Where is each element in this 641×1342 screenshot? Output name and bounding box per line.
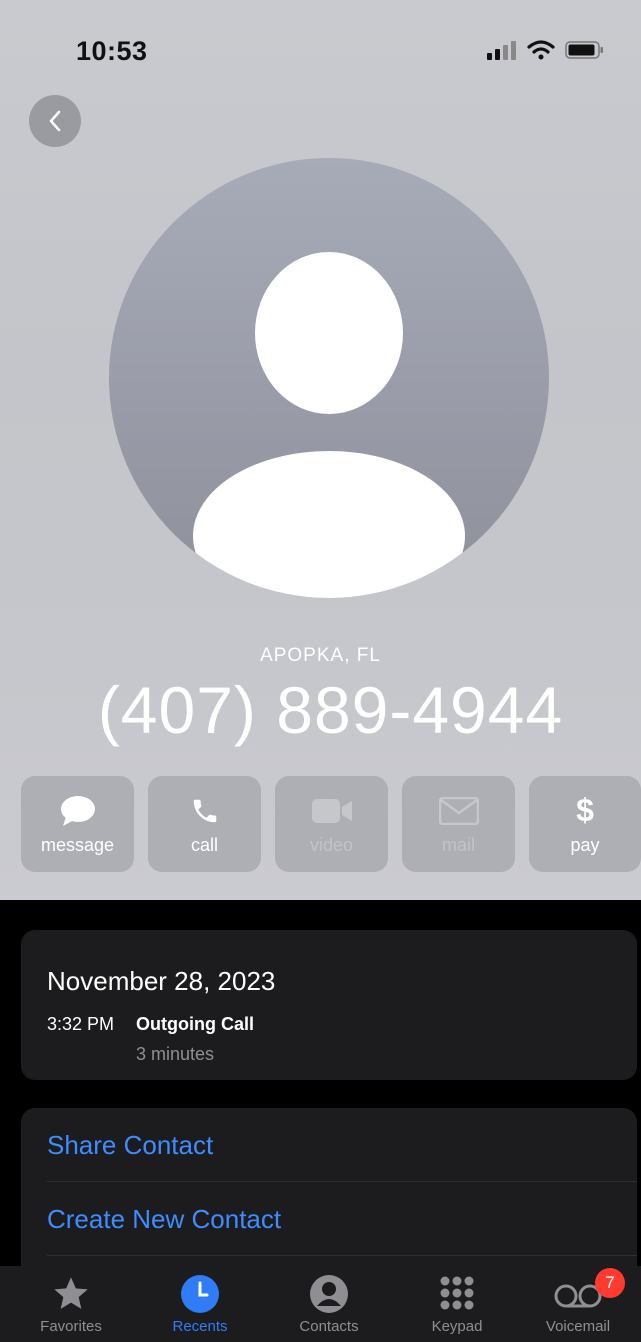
message-label: message [40,834,115,855]
tab-contacts[interactable]: Contacts [266,1274,392,1335]
chevron-left-icon [49,110,61,132]
call-button[interactable]: call [148,776,261,872]
contact-phone-number[interactable]: (407) 889-4944 [0,672,641,748]
star-icon [54,1277,88,1309]
call-date: November 28, 2023 [47,966,276,996]
avatar-head [255,252,403,414]
back-button[interactable] [29,95,81,147]
keypad-icon [440,1276,474,1310]
tab-contacts-label: Contacts [299,1318,359,1335]
person-circle-icon [310,1275,348,1313]
call-time: 3:32 PM [47,1014,115,1034]
tab-bar: Favorites Recents Contacts Keypad 7 Voic… [0,1266,641,1342]
contact-location: APOPKA, FL [260,645,381,666]
video-button[interactable]: video [275,776,388,872]
tab-recents[interactable]: Recents [137,1274,263,1335]
call-history-card: November 28, 2023 3:32 PM Outgoing Call … [21,930,637,1080]
tab-keypad-label: Keypad [431,1318,483,1335]
status-time: 10:53 [76,36,148,66]
mail-button[interactable]: mail [402,776,515,872]
share-contact-link[interactable]: Share Contact [47,1130,213,1161]
tab-favorites-label: Favorites [40,1318,102,1335]
mail-icon [438,793,479,829]
battery-icon [565,41,603,59]
tab-voicemail[interactable]: 7 Voicemail [515,1268,641,1335]
tab-recents-label: Recents [172,1318,228,1335]
wifi-icon [527,40,555,60]
avatar-body [193,451,465,598]
dollar-icon: $ [576,792,594,828]
divider [47,1181,637,1182]
video-label: video [309,834,354,855]
clock-icon [181,1275,219,1313]
call-duration: 3 minutes [136,1044,215,1064]
divider [47,1255,637,1256]
contact-avatar [109,158,549,598]
call-type: Outgoing Call [136,1014,254,1034]
contact-header: 10:53 APOPKA, FL (407) 889-4944 message … [0,0,641,900]
voicemail-badge: 7 [595,1268,625,1298]
pay-label: pay [570,834,600,855]
tab-favorites[interactable]: Favorites [8,1274,134,1335]
call-label: call [190,834,218,855]
message-icon [60,793,96,829]
tab-voicemail-label: Voicemail [545,1318,611,1335]
video-icon [311,793,353,829]
status-icons [487,40,605,60]
contact-actions: message call video mail $ pay [21,776,641,872]
mail-label: mail [441,834,475,855]
pay-button[interactable]: $ pay [529,776,641,872]
tab-keypad[interactable]: Keypad [394,1274,520,1335]
message-button[interactable]: message [21,776,134,872]
create-contact-link[interactable]: Create New Contact [47,1204,281,1235]
signal-icon [487,41,516,60]
phone-icon [190,793,220,829]
